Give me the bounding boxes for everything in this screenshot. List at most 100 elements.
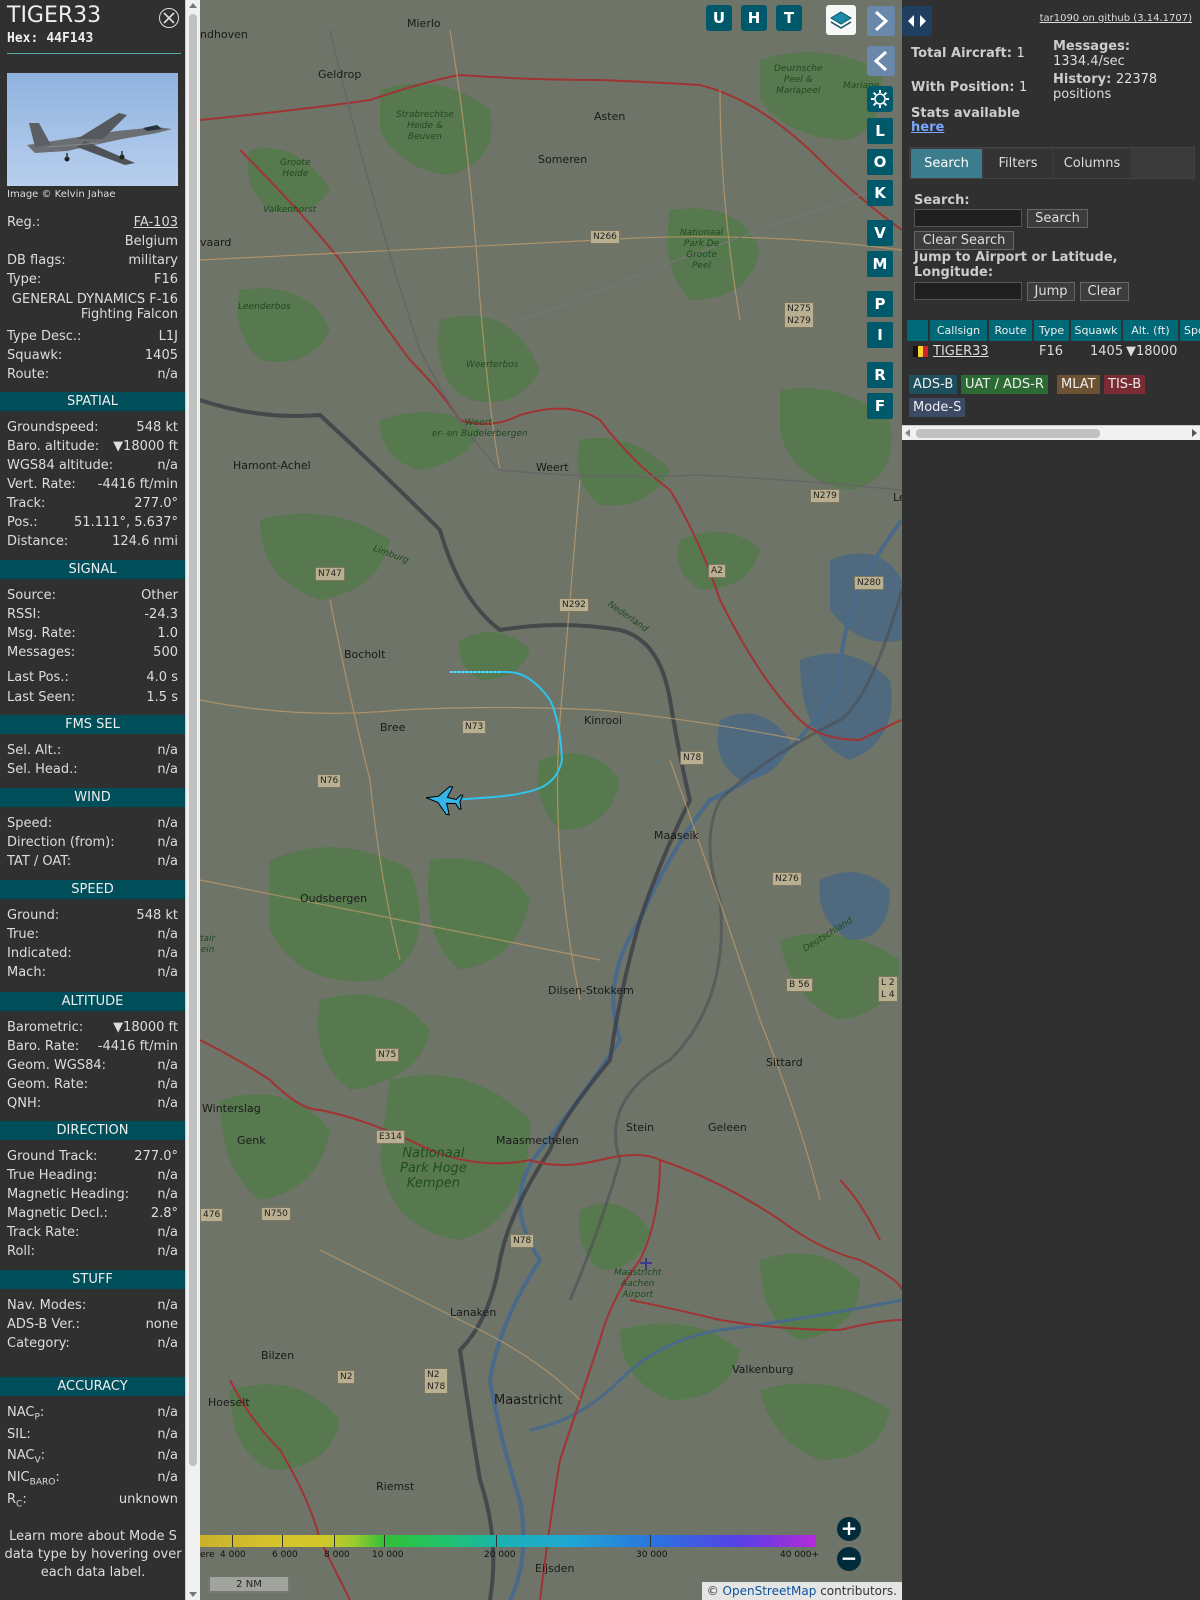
history-stat: History: 22378 positions [1053,72,1158,102]
map-button-f[interactable]: F [867,393,893,419]
layers-button[interactable] [826,5,856,35]
altitude-label-40000: 40 000+ [780,1550,820,1560]
reg-link[interactable]: FA-103 [134,215,178,230]
map-button-r[interactable]: R [867,362,893,388]
col-squawk[interactable]: Squawk [1071,320,1122,341]
expand-sidebar-button[interactable] [867,6,895,36]
roll-label: Roll: [7,1244,36,1259]
distance-row: Distance: 124.6 nmi [7,534,178,552]
map-button-k[interactable]: K [867,180,893,206]
town-hamont-achel: Hamont-Achel [233,459,311,472]
col-speed[interactable]: Spd [1180,320,1200,341]
road-n275-n279: N275 N279 [784,302,814,328]
collapse-sidebar-button[interactable] [867,46,895,76]
search-input[interactable] [914,209,1022,227]
park-weerter-bergen: Weert- er- en Budelerbergen [432,418,528,439]
groundtrack-label: Ground Track: [7,1149,98,1164]
horizontal-scrollbar-thumb[interactable] [916,429,1100,438]
layers-icon [830,11,852,29]
map-button-u[interactable]: U [706,5,732,31]
nic-value: n/a [157,1470,178,1485]
search-button[interactable]: Search [1027,209,1088,228]
belgium-flag-icon [913,346,928,357]
section-speed: SPEED [0,880,185,899]
road-e314: E314 [376,1130,405,1144]
dbflags-value: military [128,253,178,268]
road-a2: A2 [708,564,726,578]
town-riemst: Riemst [376,1480,415,1493]
zoom-out-button[interactable]: − [837,1547,861,1571]
clear-search-button[interactable]: Clear Search [914,231,1014,250]
map-button-p[interactable]: P [867,291,893,317]
row-callsign[interactable]: TIGER33 [933,343,989,361]
town-maastricht: Maastricht [494,1393,563,1408]
zoom-in-button[interactable]: + [837,1517,861,1541]
indicated-speed-label: Indicated: [7,946,72,961]
town-kinrooi: Kinrooi [584,714,623,727]
col-route[interactable]: Route [989,320,1033,341]
map-view[interactable]: ndhoven Mierlo Geldrop Asten Someren vaa… [200,0,902,1600]
info-panel-scrollbar[interactable] [185,0,200,1600]
settings-button[interactable] [867,86,893,112]
legend-uat-adsr: UAT / ADS-R [961,375,1048,394]
scroll-left-arrow-icon[interactable] [905,429,910,437]
road-n276: N276 [772,872,802,886]
col-callsign[interactable]: Callsign [930,320,988,341]
map-button-t[interactable]: T [776,5,802,31]
map-button-h[interactable]: H [741,5,767,31]
f16-jet-photo-icon [27,113,172,165]
row-type: F16 [1039,344,1064,359]
aircraft-photo[interactable] [7,73,178,186]
road-n78: N78 [680,751,705,765]
clear-button[interactable]: Clear [1080,282,1129,301]
map-button-i[interactable]: I [867,322,893,348]
map-button-o[interactable]: O [867,149,893,175]
town-lanaken: Lanaken [450,1306,497,1319]
table-horizontal-scrollbar[interactable] [902,425,1200,440]
sidebar-tabs: Search Filters Columns [909,147,1195,179]
tab-search[interactable]: Search [911,149,982,178]
col-altitude[interactable]: Alt. (ft) [1123,320,1179,341]
scroll-right-arrow-icon[interactable] [1192,429,1197,437]
osm-link[interactable]: OpenStreetMap [723,1584,817,1598]
magdecl-row: Magnetic Decl.: 2.8° [7,1206,178,1224]
town-mierlo: Mierlo [407,17,441,30]
mach-value: n/a [157,965,178,980]
github-link[interactable]: tar1090 on github (3.14.1707) [1040,13,1192,24]
jump-input[interactable] [914,282,1022,300]
navmodes-value: n/a [157,1298,178,1313]
nic-label: NICBARO: [7,1470,60,1488]
geomrate-value: n/a [157,1077,178,1092]
nacv-value: n/a [157,1448,178,1463]
route-label: Route: [7,367,50,382]
scrollbar-thumb[interactable] [189,14,197,1466]
country-value: Belgium [124,234,178,249]
altitude-label-10000: 10 000 [372,1550,404,1560]
town-dilsen-stokkem: Dilsen-Stokkem [548,984,634,997]
close-info-button[interactable] [159,8,179,28]
stats-here-link[interactable]: here [911,120,944,135]
col-flag[interactable] [907,320,929,341]
track-label: Track: [7,496,46,511]
adsbver-row: ADS-B Ver.: none [7,1317,178,1335]
tab-filters[interactable]: Filters [984,149,1052,178]
road-b56: B 56 [786,978,813,992]
type-full-name-1: GENERAL DYNAMICS F-16 [11,292,178,307]
town-bocholt: Bocholt [344,648,386,661]
jump-button[interactable]: Jump [1027,282,1075,301]
pos-value: 51.111°, 5.637° [74,515,178,530]
map-button-v[interactable]: V [867,220,893,246]
map-button-l[interactable]: L [867,118,893,144]
messages-row: Messages: 500 [7,645,178,663]
tab-columns[interactable]: Columns [1054,149,1130,178]
geom-label: Geom. WGS84: [7,1058,107,1073]
map-button-m[interactable]: M [867,251,893,277]
toggle-columns-button[interactable] [902,6,932,36]
col-type[interactable]: Type [1034,320,1070,341]
baroalt-row: Baro. altitude: ▼18000 ft [7,439,178,457]
learn-more-text: Learn more about Mode S data type by hov… [4,1529,182,1580]
scroll-down-arrow-icon[interactable] [189,1592,197,1597]
selalt-label: Sel. Alt.: [7,743,62,758]
park-leenderbos: Leenderbos [238,302,291,312]
scroll-up-arrow-icon[interactable] [189,3,197,8]
